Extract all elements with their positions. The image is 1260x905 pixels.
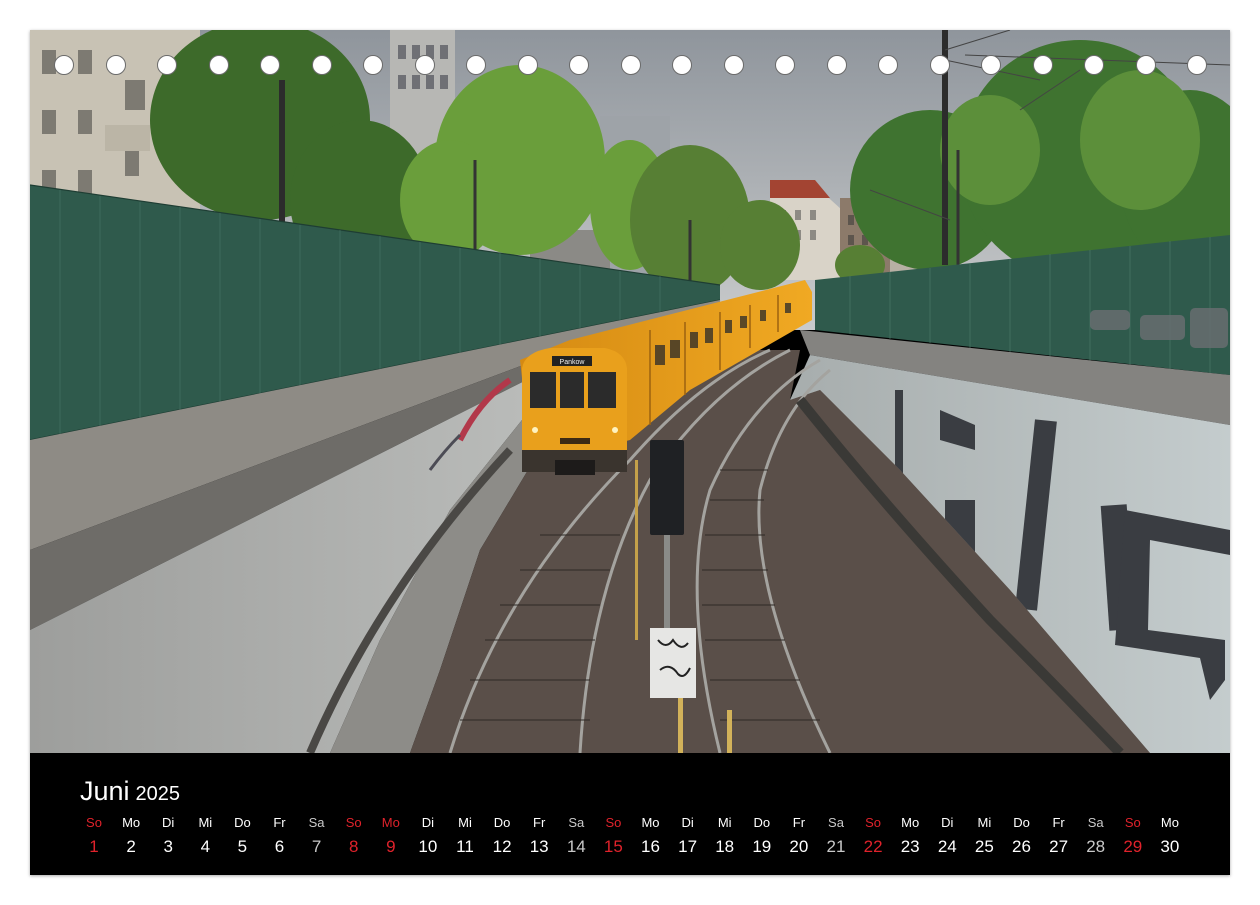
day-number: 23 xyxy=(900,837,920,856)
day-number: 26 xyxy=(1012,837,1031,856)
day-number: 30 xyxy=(1160,837,1180,856)
weekday-label: Fr xyxy=(792,815,806,830)
day-number: 17 xyxy=(678,837,698,856)
month-title: Juni 2025 xyxy=(80,775,180,810)
day-number: 6 xyxy=(274,837,285,856)
weekday-label: Di xyxy=(162,815,175,830)
day-number: 13 xyxy=(529,837,549,856)
weekday-label: Di xyxy=(421,815,435,830)
weekday-label: Mo xyxy=(122,815,141,830)
day-number: 9 xyxy=(386,837,396,856)
day-number: 11 xyxy=(456,837,474,856)
weekday-label: So xyxy=(345,815,362,830)
day-number: 21 xyxy=(826,837,846,856)
weekday-label: Mi xyxy=(198,815,213,830)
day-number: 22 xyxy=(863,837,883,856)
day-number: 14 xyxy=(566,837,586,856)
day-number: 27 xyxy=(1049,837,1069,856)
subway-photo: Pankow xyxy=(30,30,1230,753)
day-number: 15 xyxy=(603,837,623,856)
weekday-label: Mi xyxy=(458,815,472,830)
weekday-label: Sa xyxy=(568,815,585,830)
weekday-label: Mo xyxy=(381,815,400,830)
weekday-label: Do xyxy=(1013,815,1030,830)
weekday-label: So xyxy=(86,815,102,830)
day-number: 19 xyxy=(752,837,772,856)
day-number: 12 xyxy=(492,837,512,856)
weekday-label: Do xyxy=(493,815,511,830)
binding-holes xyxy=(30,55,1230,79)
day-number: 28 xyxy=(1086,837,1106,856)
day-number: 29 xyxy=(1123,837,1143,856)
weekday-label: Di xyxy=(941,815,954,830)
day-number: 5 xyxy=(237,837,248,856)
day-number: 7 xyxy=(311,837,322,856)
weekday-label: Mo xyxy=(1160,815,1179,830)
calendar-page: Pankow Juni 2025 So 1 Mo 2 Di 3 Mi 4 Do … xyxy=(30,30,1230,875)
day-number: 2 xyxy=(126,837,136,856)
day-number: 24 xyxy=(937,837,957,856)
day-number: 16 xyxy=(641,837,660,856)
weekday-label: Mo xyxy=(641,815,660,830)
weekday-label: So xyxy=(865,815,882,830)
day-number: 4 xyxy=(200,837,211,856)
day-number: 20 xyxy=(789,837,809,856)
weekday-label: Fr xyxy=(533,815,546,830)
weekday-label: So xyxy=(605,815,622,830)
weekday-label: Sa xyxy=(828,815,844,830)
day-number: 18 xyxy=(715,837,735,856)
weekday-label: Sa xyxy=(1087,815,1104,830)
weekday-label: Mo xyxy=(901,815,920,830)
year-label: 2025 xyxy=(135,783,181,805)
day-number: 25 xyxy=(974,837,994,856)
weekday-label: Mi xyxy=(717,815,732,830)
weekday-label: Mi xyxy=(977,815,992,830)
weekday-label: Fr xyxy=(1052,815,1065,830)
month-name: Juni xyxy=(80,776,130,806)
weekday-label: Di xyxy=(681,815,694,830)
weekday-label: Do xyxy=(753,815,771,830)
day-number: 8 xyxy=(348,837,359,856)
train-destination-sign: Pankow xyxy=(560,359,586,366)
calendar-strip: Juni 2025 So 1 Mo 2 Di 3 Mi 4 Do 5 Fr 6 Sa 7 So 8 Mo 9 Di 10… xyxy=(30,753,1230,875)
weekday-label: So xyxy=(1124,815,1141,830)
day-number: 10 xyxy=(418,837,438,856)
weekday-label: Do xyxy=(234,815,251,830)
day-number: 1 xyxy=(89,837,99,856)
day-number: 3 xyxy=(163,837,173,856)
weekday-label: Fr xyxy=(273,815,286,830)
weekday-label: Sa xyxy=(308,815,325,830)
